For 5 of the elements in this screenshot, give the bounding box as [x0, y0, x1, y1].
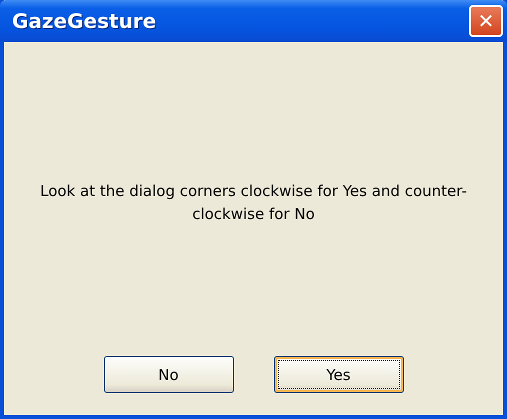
message-text: Look at the dialog corners clockwise for Yes and counter-clockwise for No [39, 181, 468, 225]
close-button[interactable]: ✕ [469, 5, 503, 37]
dialog-button[interactable]: No [104, 356, 234, 393]
window-title: GazeGesture [12, 9, 156, 33]
dialog-button[interactable]: Yes [274, 356, 404, 393]
